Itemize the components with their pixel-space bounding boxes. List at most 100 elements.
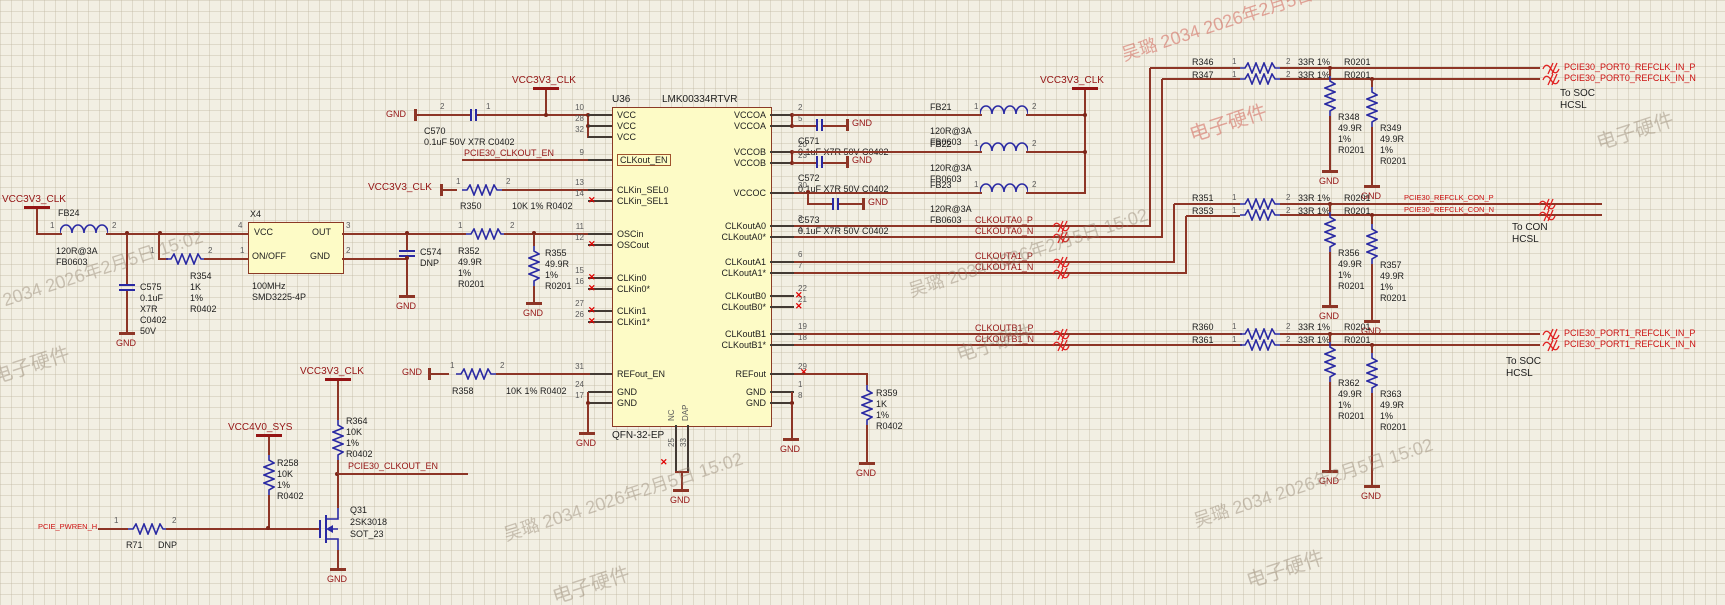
transistor-ref[interactable]: Q31 — [350, 505, 367, 515]
resistor-labels[interactable]: R362 49.9R 1% R0201 — [1338, 378, 1365, 422]
net-label-pcie-pwren[interactable]: PCIE_PWREN_H — [38, 523, 97, 531]
net-label-clkoutb1-p[interactable]: CLKOUTB1_P — [975, 323, 1034, 333]
gnd-symbol[interactable] — [783, 438, 799, 441]
mosfet-symbol[interactable] — [318, 508, 344, 550]
resistor-symbol[interactable] — [166, 253, 206, 265]
resistor-symbol[interactable] — [1366, 224, 1378, 264]
port-label-port0-p[interactable]: PCIE30_PORT0_REFCLK_IN_P — [1564, 62, 1695, 72]
gnd-symbol[interactable] — [673, 489, 689, 492]
resistor-symbol[interactable] — [128, 523, 168, 535]
resistor-labels[interactable]: R348 49.9R 1% R0201 — [1338, 112, 1365, 156]
power-label-vcc3v3[interactable]: VCC3V3_CLK — [1040, 75, 1104, 86]
resistor-labels[interactable]: R356 49.9R 1% R0201 — [1338, 248, 1365, 292]
resistor-ref[interactable]: R361 — [1192, 335, 1214, 345]
ferrite-ref[interactable]: FB23 — [930, 180, 952, 190]
oscillator-ref[interactable]: X4 — [250, 209, 261, 219]
resistor-labels[interactable]: R363 49.9R 1% R0201 — [1380, 389, 1407, 433]
resistor-labels[interactable]: R349 49.9R 1% R0201 — [1380, 123, 1407, 167]
resistor-ref[interactable]: R358 — [452, 386, 474, 396]
power-label-vcc3v3[interactable]: VCC3V3_CLK — [368, 182, 432, 193]
resistor-labels[interactable]: R357 49.9R 1% R0201 — [1380, 260, 1407, 304]
resistor-symbol[interactable] — [462, 184, 502, 196]
capacitor-ref[interactable]: C572 — [798, 173, 820, 183]
capacitor-plate[interactable] — [119, 284, 135, 286]
resistor-symbol[interactable] — [1240, 339, 1280, 351]
net-label-pcie30-clkout-en[interactable]: PCIE30_CLKOUT_EN — [464, 148, 554, 158]
gnd-symbol[interactable] — [579, 432, 595, 435]
net-label-clkoutb1-n[interactable]: CLKOUTB1_N — [975, 334, 1034, 344]
gnd-symbol[interactable] — [119, 332, 135, 335]
resistor-symbol[interactable] — [456, 368, 496, 380]
resistor-ref[interactable]: R347 — [1192, 70, 1214, 80]
power-label-vcc4v0[interactable]: VCC4V0_SYS — [228, 422, 292, 433]
gnd-symbol[interactable] — [1364, 485, 1380, 488]
resistor-symbol[interactable] — [861, 385, 873, 425]
capacitor-plate[interactable] — [816, 119, 818, 131]
resistor-symbol[interactable] — [1240, 209, 1280, 221]
resistor-symbol[interactable] — [1240, 73, 1280, 85]
resistor-ref[interactable]: R353 — [1192, 206, 1214, 216]
gnd-symbol[interactable] — [846, 156, 849, 168]
net-label-clkouta0-n[interactable]: CLKOUTA0_N — [975, 226, 1033, 236]
resistor-symbol[interactable] — [1324, 212, 1336, 252]
resistor-labels[interactable]: R359 1K 1% R0402 — [876, 388, 903, 432]
power-label-vcc3v3[interactable]: VCC3V3_CLK — [300, 366, 364, 377]
ic-part[interactable]: LMK00334RTVR — [662, 94, 737, 105]
resistor-symbol[interactable] — [528, 246, 540, 286]
ferrite-bead-symbol[interactable] — [60, 223, 108, 235]
capacitor-ref[interactable]: C573 — [798, 215, 820, 225]
gnd-symbol[interactable] — [1364, 185, 1380, 188]
resistor-symbol[interactable] — [332, 420, 344, 460]
resistor-symbol[interactable] — [1324, 342, 1336, 382]
ic-ref[interactable]: U36 — [612, 94, 630, 105]
ferrite-bead-symbol[interactable] — [980, 104, 1028, 116]
resistor-ref[interactable]: R360 — [1192, 322, 1214, 332]
capacitor-plate[interactable] — [470, 109, 472, 121]
resistor-ref[interactable]: R71 — [126, 540, 143, 550]
gnd-symbol[interactable] — [859, 462, 875, 465]
resistor-symbol[interactable] — [263, 455, 275, 495]
ferrite-ref[interactable]: FB24 — [58, 208, 80, 218]
port-label-port1-n[interactable]: PCIE30_PORT1_REFCLK_IN_N — [1564, 339, 1696, 349]
capacitor-labels[interactable]: C575 0.1uF X7R C0402 50V — [140, 282, 167, 337]
net-label-clkouta1-p[interactable]: CLKOUTA1_P — [975, 251, 1033, 261]
resistor-symbol[interactable] — [466, 228, 506, 240]
net-label-con-n[interactable]: PCIE30_REFCLK_CON_N — [1404, 206, 1494, 214]
capacitor-plate[interactable] — [816, 156, 818, 168]
gnd-symbol[interactable] — [1322, 170, 1338, 173]
net-label-clkouta1-n[interactable]: CLKOUTA1_N — [975, 262, 1033, 272]
capacitor-ref[interactable]: C574 — [420, 247, 442, 257]
resistor-symbol[interactable] — [1366, 87, 1378, 127]
ferrite-bead-symbol[interactable] — [980, 182, 1028, 194]
ferrite-ref[interactable]: FB22 — [930, 139, 952, 149]
power-label-vcc3v3[interactable]: VCC3V3_CLK — [512, 75, 576, 86]
capacitor-ref[interactable]: C571 — [798, 136, 820, 146]
port-label-port0-n[interactable]: PCIE30_PORT0_REFCLK_IN_N — [1564, 73, 1696, 83]
gnd-symbol[interactable] — [1322, 470, 1338, 473]
gnd-symbol[interactable] — [1322, 305, 1338, 308]
gnd-symbol[interactable] — [526, 302, 542, 305]
power-label-vcc3v3[interactable]: VCC3V3_CLK — [2, 194, 66, 205]
resistor-ref[interactable]: R350 — [460, 201, 482, 211]
capacitor-plate[interactable] — [399, 250, 415, 252]
resistor-symbol[interactable] — [1366, 353, 1378, 393]
gnd-symbol[interactable] — [399, 295, 415, 298]
net-label-con-p[interactable]: PCIE30_REFCLK_CON_P — [1404, 194, 1494, 202]
resistor-ref[interactable]: R346 — [1192, 57, 1214, 67]
gnd-symbol[interactable] — [862, 198, 865, 210]
resistor-labels[interactable]: R354 1K 1% R0402 — [190, 271, 217, 315]
gnd-symbol[interactable] — [330, 568, 346, 571]
ferrite-ref[interactable]: FB21 — [930, 102, 952, 112]
capacitor-ref[interactable]: C570 — [424, 126, 446, 136]
resistor-labels[interactable]: R258 10K 1% R0402 — [277, 458, 304, 502]
ferrite-bead-symbol[interactable] — [980, 141, 1028, 153]
resistor-ref[interactable]: R351 — [1192, 193, 1214, 203]
resistor-labels[interactable]: R364 10K 1% R0402 — [346, 416, 373, 460]
resistor-symbol[interactable] — [1324, 76, 1336, 116]
net-label-clkouta0-p[interactable]: CLKOUTA0_P — [975, 215, 1033, 225]
gnd-symbol[interactable] — [846, 119, 849, 131]
resistor-labels[interactable]: R352 49.9R 1% R0201 — [458, 246, 485, 290]
net-label-pcie30-clkout-en[interactable]: PCIE30_CLKOUT_EN — [348, 461, 438, 471]
capacitor-plate[interactable] — [832, 198, 834, 210]
port-label-port1-p[interactable]: PCIE30_PORT1_REFCLK_IN_P — [1564, 328, 1695, 338]
